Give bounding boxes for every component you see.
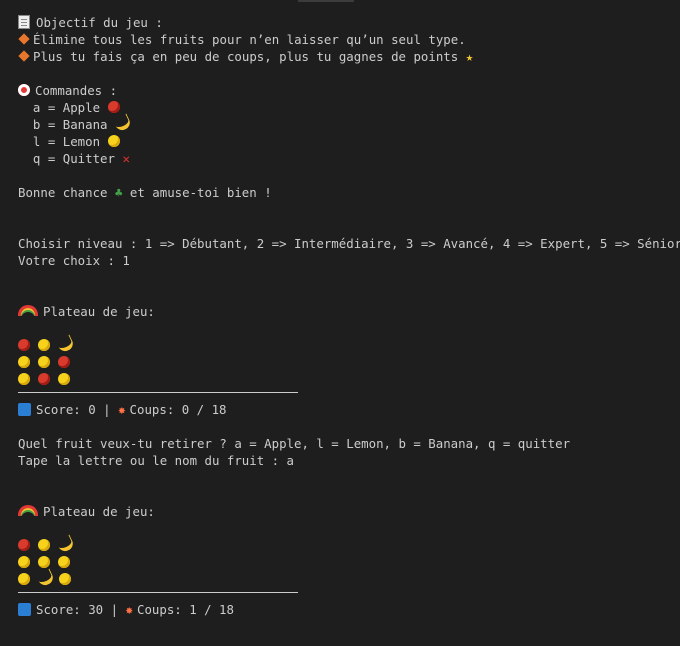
- apple-icon: [107, 101, 120, 113]
- score-line: Score: 0 | ✸ Coups: 0 / 18: [18, 401, 672, 418]
- board-title: Plateau de jeu:: [43, 304, 155, 319]
- panel-tab-indicator: [298, 0, 354, 2]
- collision-icon: ✸: [118, 402, 126, 417]
- objective-title: Objectif du jeu :: [36, 15, 163, 30]
- orange-diamond-icon: [18, 33, 30, 45]
- level-prompt: Choisir niveau : 1 => Débutant, 2 => Int…: [18, 236, 680, 251]
- objective-text-1: Élimine tous les fruits pour n’en laisse…: [33, 32, 466, 47]
- board-title-line: Plateau de jeu:: [18, 503, 672, 520]
- lemon-icon: [18, 556, 30, 568]
- commands-title-line: Commandes :: [18, 82, 672, 99]
- rainbow-icon: [18, 305, 38, 316]
- target-icon: [18, 84, 30, 96]
- lemon-icon: [107, 135, 120, 147]
- apple-icon: [18, 539, 30, 551]
- terminal-output[interactable]: Objectif du jeu : Élimine tous les fruit…: [18, 14, 680, 618]
- question-input[interactable]: Tape la lettre ou le nom du fruit : a: [18, 452, 672, 469]
- star-icon: ★: [465, 49, 474, 64]
- score-line: Score: 30 | ✸ Coups: 1 / 18: [18, 601, 672, 618]
- cross-icon: ✕: [122, 151, 130, 166]
- good-luck-text: Bonne chance: [18, 185, 115, 200]
- lemon-icon: [18, 573, 30, 585]
- lemon-icon: [38, 356, 50, 368]
- board-title-line: Plateau de jeu:: [18, 303, 672, 320]
- lemon-icon: [18, 373, 30, 385]
- banana-icon: [112, 113, 133, 133]
- board-row: [18, 554, 672, 571]
- lemon-icon: [58, 373, 70, 385]
- apple-icon: [38, 373, 50, 385]
- score-text: Score: 30 |: [36, 602, 126, 617]
- board-row: [18, 534, 672, 554]
- board-row: [18, 568, 672, 588]
- command-banana: b = Banana: [18, 113, 672, 133]
- objective-text-2: Plus tu fais ça en peu de coups, plus tu…: [33, 49, 459, 64]
- board-title: Plateau de jeu:: [43, 504, 155, 519]
- apple-icon: [58, 356, 70, 368]
- command-text: l = Lemon: [18, 134, 101, 149]
- banana-icon: [35, 568, 56, 588]
- lemon-icon: [58, 556, 70, 568]
- clipboard-icon: [18, 15, 30, 29]
- command-quit: q = Quitter ✕: [18, 150, 672, 167]
- lemon-icon: [59, 573, 71, 585]
- objective-title-line: Objectif du jeu :: [18, 14, 672, 31]
- coups-text: Coups: 1 / 18: [137, 602, 234, 617]
- lemon-icon: [38, 556, 50, 568]
- apple-icon: [18, 339, 30, 351]
- coups-text: Coups: 0 / 18: [129, 402, 227, 417]
- command-text: a = Apple: [18, 100, 101, 115]
- lemon-icon: [38, 339, 50, 351]
- rainbow-icon: [18, 505, 38, 516]
- boards-container: Plateau de jeu: Score: 0 | ✸ Coups: 0 / 18…: [18, 303, 672, 618]
- board-row: [18, 334, 672, 354]
- commands-title: Commandes :: [35, 83, 118, 98]
- good-luck-line: Bonne chance ♣ et amuse-toi bien !: [18, 184, 672, 201]
- lemon-icon: [18, 356, 30, 368]
- banana-icon: [55, 534, 76, 554]
- banana-icon: [55, 334, 76, 354]
- command-lemon: l = Lemon: [18, 133, 672, 150]
- command-text: b = Banana: [18, 117, 108, 132]
- orange-diamond-icon: [18, 50, 30, 62]
- score-text: Score: 0 |: [36, 402, 119, 417]
- board-row: [18, 354, 672, 371]
- board-row: [18, 371, 672, 388]
- numbers-icon: [18, 403, 31, 416]
- question-prompt: Quel fruit veux-tu retirer ? a = Apple, …: [18, 436, 571, 451]
- numbers-icon: [18, 603, 31, 616]
- objective-line-1: Élimine tous les fruits pour n’en laisse…: [18, 31, 672, 48]
- board-divider: [18, 592, 298, 593]
- level-choice: Votre choix : 1: [18, 253, 130, 268]
- command-apple: a = Apple: [18, 99, 672, 116]
- command-text: q = Quitter: [18, 151, 115, 166]
- lemon-icon: [38, 539, 50, 551]
- board-divider: [18, 392, 298, 393]
- objective-line-2: Plus tu fais ça en peu de coups, plus tu…: [18, 48, 672, 65]
- collision-icon: ✸: [125, 602, 133, 617]
- good-luck-text-end: et amuse-toi bien !: [122, 185, 272, 200]
